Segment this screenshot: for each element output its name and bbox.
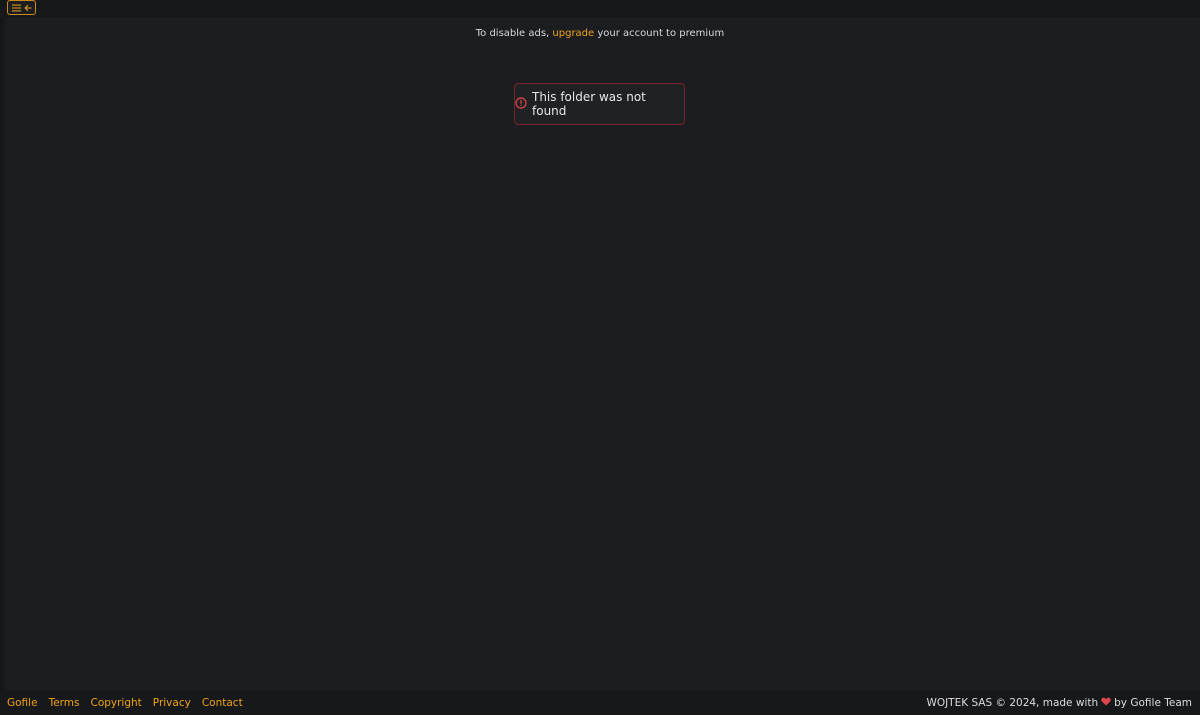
upgrade-link[interactable]: upgrade: [552, 28, 594, 39]
ads-notice-prefix: To disable ads,: [475, 28, 553, 39]
footer-link-privacy[interactable]: Privacy: [153, 697, 191, 709]
footer-link-contact[interactable]: Contact: [202, 697, 243, 709]
page: To disable ads, upgrade your account to …: [0, 0, 1200, 715]
footer-credit: WOJTEK SAS © 2024, made with by Gofile T…: [926, 697, 1192, 709]
footer: Gofile Terms Copyright Privacy Contact W…: [0, 691, 1200, 715]
footer-link-gofile[interactable]: Gofile: [7, 697, 38, 709]
arrow-left-icon: [23, 4, 32, 12]
sidebar-toggle-button[interactable]: [7, 0, 36, 15]
exclamation-circle-icon: [515, 96, 527, 112]
sidebar-edge: [0, 0, 8, 715]
alert-message: This folder was not found: [532, 90, 646, 118]
ads-notice-suffix: your account to premium: [594, 28, 725, 39]
top-bar: [0, 0, 1200, 18]
heart-icon: [1101, 697, 1111, 709]
ads-notice: To disable ads, upgrade your account to …: [0, 28, 1200, 39]
footer-link-terms[interactable]: Terms: [49, 697, 80, 709]
footer-link-copyright[interactable]: Copyright: [90, 697, 141, 709]
menu-icon: [11, 4, 21, 12]
folder-not-found-alert: This folder was not found: [514, 83, 685, 125]
footer-links: Gofile Terms Copyright Privacy Contact: [7, 697, 243, 709]
credit-prefix: WOJTEK SAS © 2024, made with: [926, 697, 1099, 709]
credit-suffix: by Gofile Team: [1114, 697, 1192, 709]
